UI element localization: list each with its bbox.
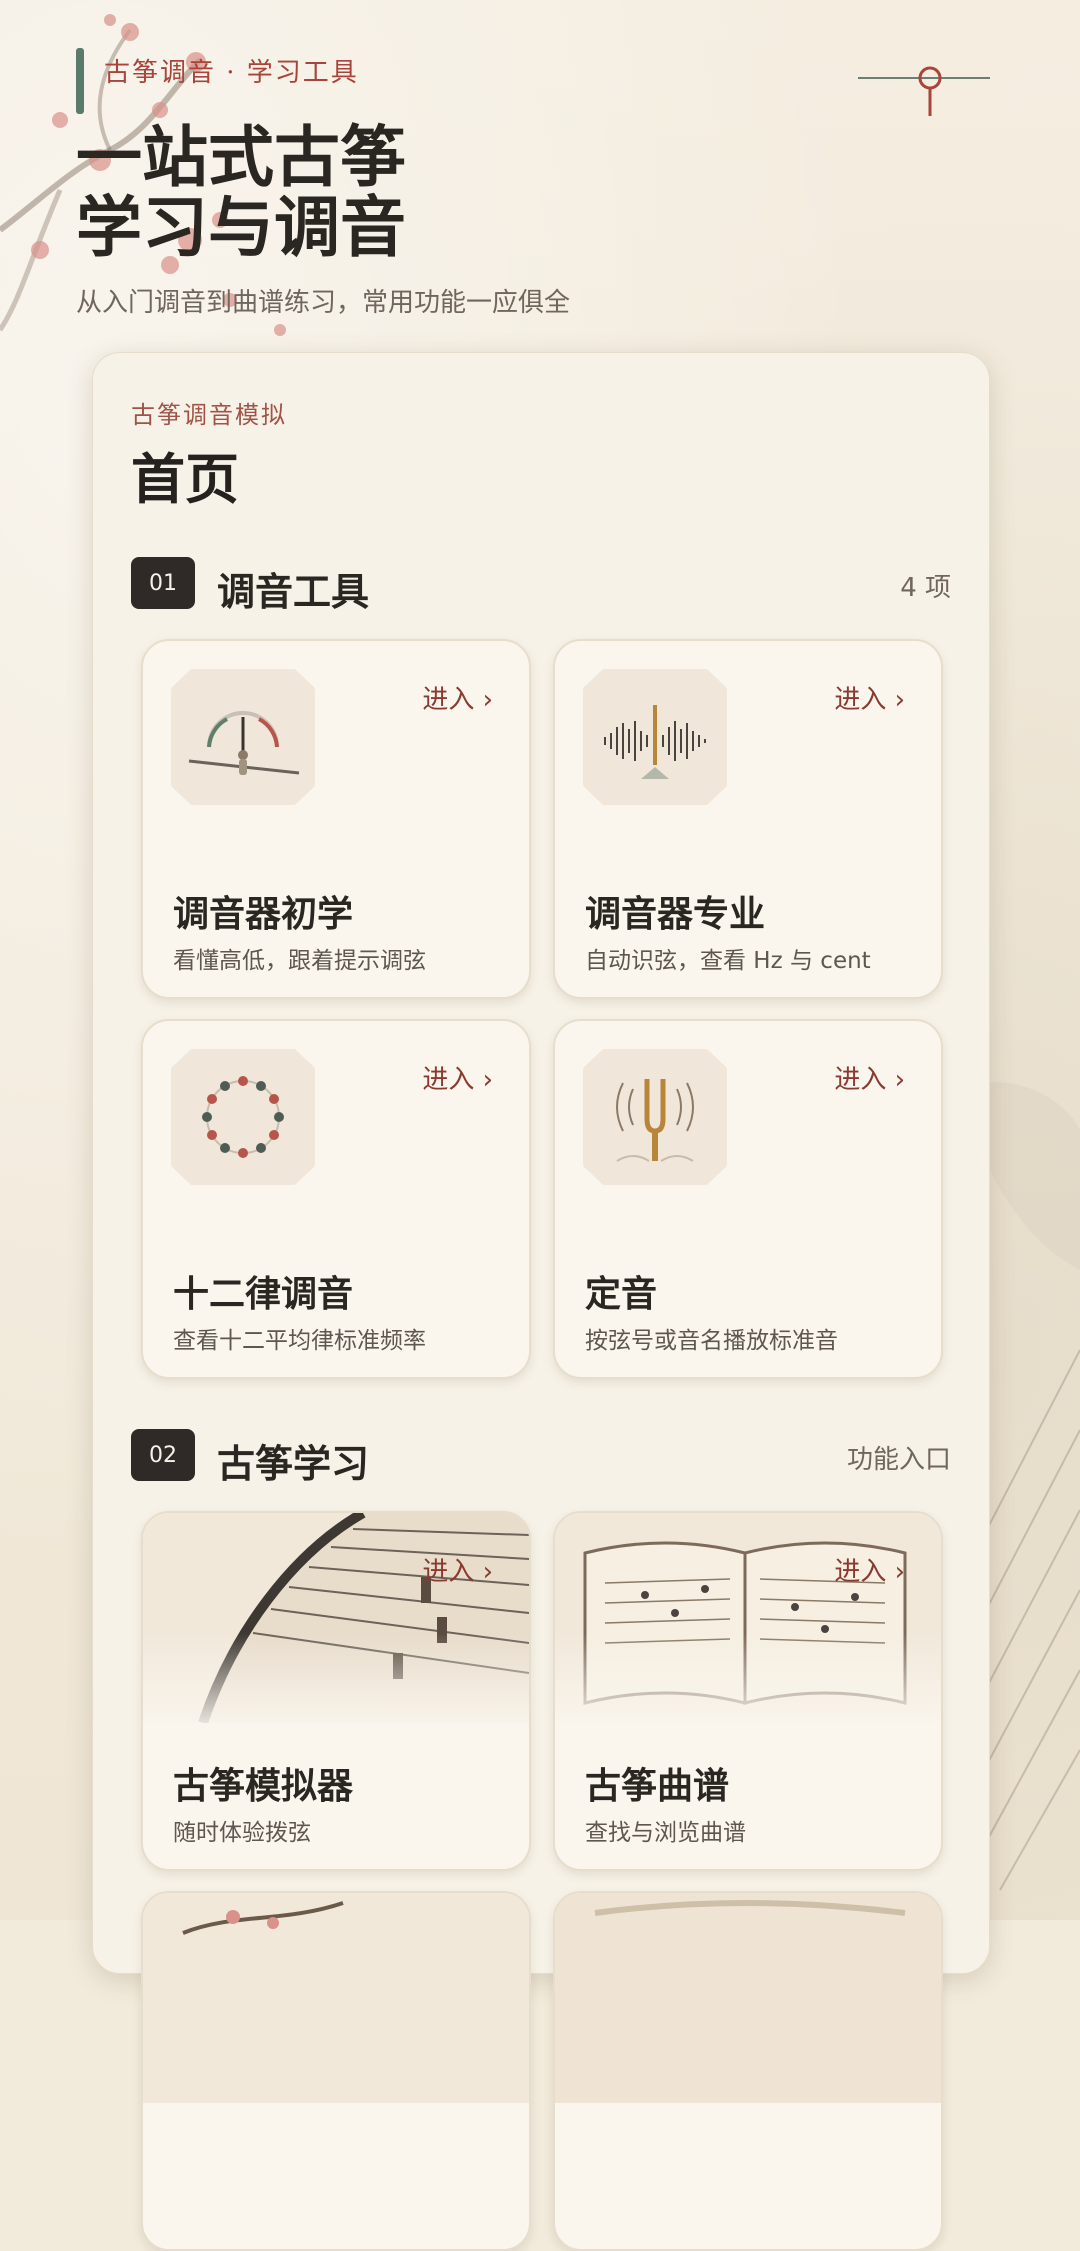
waveform-icon <box>583 669 727 805</box>
tuning-fork-icon <box>583 1049 727 1185</box>
illustration-fade <box>143 1633 529 1733</box>
section-header-guzheng-learning: 02 古筝学习 功能入口 <box>131 1429 951 1486</box>
enter-link[interactable]: 进入 › <box>834 1059 905 1096</box>
enter-link[interactable]: 进入 › <box>422 679 493 716</box>
card-guzheng-sheet-music[interactable]: 进入 › 古筝曲谱 查找与浏览曲谱 <box>553 1511 943 1871</box>
circle-of-notes-icon <box>171 1049 315 1185</box>
tuning-peg-ornament-icon <box>858 66 990 116</box>
home-panel: 古筝调音模拟 首页 01 调音工具 4 项 进入 › 调音器初学 看懂高低，跟着… <box>92 352 990 2251</box>
illustration-fade <box>555 1633 941 1733</box>
enter-link[interactable]: 进入 › <box>834 1551 905 1588</box>
card-description: 随时体验拨弦 <box>173 1820 311 1846</box>
card-description: 查找与浏览曲谱 <box>585 1820 746 1846</box>
scroll-illustration-icon <box>555 1893 941 2103</box>
card-title: 古筝模拟器 <box>173 1765 354 1807</box>
hero-title: 一站式古筝 学习与调音 <box>76 122 406 262</box>
enter-link[interactable]: 进入 › <box>422 1551 493 1588</box>
card-guzheng-simulator[interactable]: 进入 › 古筝模拟器 随时体验拨弦 <box>141 1511 531 1871</box>
hero-subtitle: 从入门调音到曲谱练习，常用功能一应俱全 <box>76 288 571 318</box>
panel-caption: 古筝调音模拟 <box>131 401 287 429</box>
card-description: 自动识弦，查看 Hz 与 cent <box>585 948 871 974</box>
section-count: 4 项 <box>900 573 951 603</box>
card-twelve-tone-tuning[interactable]: 进入 › 十二律调音 查看十二平均律标准频率 <box>141 1019 531 1379</box>
card-partial-next-right[interactable] <box>553 1891 943 2251</box>
header-tag: 古筝调音 · 学习工具 <box>104 58 359 88</box>
card-partial-next-left[interactable] <box>141 1891 531 2251</box>
enter-link[interactable]: 进入 › <box>422 1059 493 1096</box>
card-title: 定音 <box>585 1273 658 1315</box>
card-description: 按弦号或音名播放标准音 <box>585 1328 838 1354</box>
plum-illustration-icon <box>143 1893 529 2103</box>
card-title: 十二律调音 <box>173 1273 354 1315</box>
hero-title-line2: 学习与调音 <box>76 188 406 266</box>
section-header-tuning-tools: 01 调音工具 4 项 <box>131 557 951 614</box>
section-title: 古筝学习 <box>217 1441 370 1486</box>
card-description: 看懂高低，跟着提示调弦 <box>173 948 426 974</box>
section-meta: 功能入口 <box>846 1445 951 1475</box>
section-number-badge: 01 <box>131 557 195 609</box>
card-title: 调音器初学 <box>173 893 354 935</box>
hero-title-line1: 一站式古筝 <box>76 118 406 196</box>
gauge-icon <box>171 669 315 805</box>
card-title: 调音器专业 <box>585 893 766 935</box>
card-tuner-beginner[interactable]: 进入 › 调音器初学 看懂高低，跟着提示调弦 <box>141 639 531 999</box>
card-title: 古筝曲谱 <box>585 1765 730 1807</box>
panel-title: 首页 <box>131 447 239 511</box>
section-number-badge: 02 <box>131 1429 195 1481</box>
card-reference-pitch[interactable]: 进入 › 定音 按弦号或音名播放标准音 <box>553 1019 943 1379</box>
tag-accent-bar <box>76 48 84 114</box>
card-description: 查看十二平均律标准频率 <box>173 1328 426 1354</box>
enter-link[interactable]: 进入 › <box>834 679 905 716</box>
card-tuner-pro[interactable]: 进入 › 调音器专业 自动识弦，查看 Hz 与 cent <box>553 639 943 999</box>
section-title: 调音工具 <box>217 569 370 614</box>
